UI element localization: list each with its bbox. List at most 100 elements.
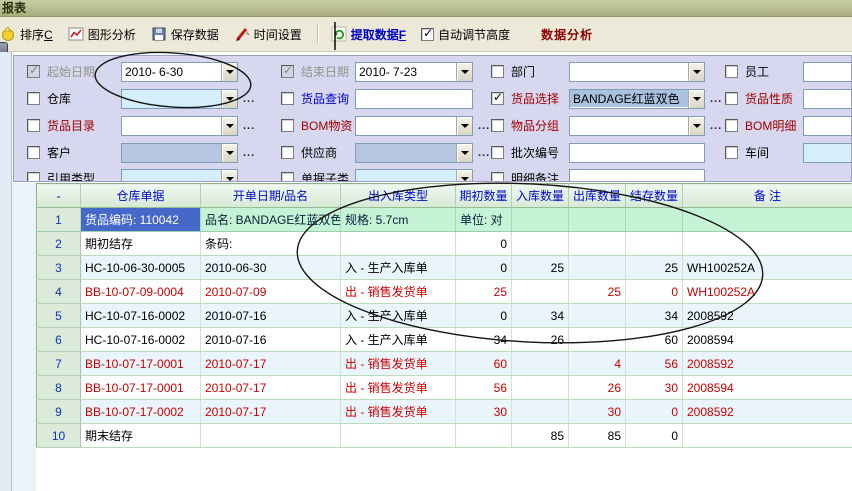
table-cell[interactable]: 25 (512, 256, 569, 280)
browse-ellipsis[interactable]: ... (243, 93, 255, 105)
row-number[interactable]: 4 (37, 280, 81, 304)
table-cell[interactable] (683, 208, 852, 232)
table-cell[interactable] (569, 328, 626, 352)
sort-button[interactable]: 排序C (0, 26, 53, 43)
table-cell[interactable]: 出 - 销售发货单 (341, 352, 456, 376)
warehouse-combo[interactable] (121, 89, 238, 109)
browse-ellipsis[interactable]: ... (243, 147, 255, 159)
table-cell[interactable]: 出 - 销售发货单 (341, 376, 456, 400)
column-header[interactable]: 出入库类型 (341, 184, 456, 208)
table-cell[interactable]: 期初结存 (81, 232, 201, 256)
chevron-down-icon[interactable] (221, 144, 237, 162)
table-cell[interactable]: 品名: BANDAGE红蓝双色纸 (201, 208, 341, 232)
table-cell[interactable] (683, 424, 852, 448)
detail-note-checkbox[interactable] (491, 172, 504, 182)
table-cell[interactable]: 34 (626, 304, 683, 328)
table-cell[interactable]: 26 (569, 376, 626, 400)
table-cell[interactable]: 出 - 销售发货单 (341, 280, 456, 304)
table-cell[interactable]: 货品编码: 110042 (81, 208, 201, 232)
table-cell[interactable]: 2010-07-17 (201, 352, 341, 376)
end-date-combo[interactable]: 2010- 7-23 (355, 62, 473, 82)
table-cell[interactable]: HC-10-07-16-0002 (81, 304, 201, 328)
row-number[interactable]: 3 (37, 256, 81, 280)
table-cell[interactable]: 4 (569, 352, 626, 376)
table-cell[interactable]: BB-10-07-17-0002 (81, 400, 201, 424)
table-cell[interactable]: 0 (626, 280, 683, 304)
table-cell[interactable]: 30 (626, 376, 683, 400)
auto-height-checkbox[interactable] (421, 28, 434, 41)
table-cell[interactable] (512, 280, 569, 304)
table-cell[interactable]: 56 (456, 376, 512, 400)
chevron-down-icon[interactable] (456, 144, 472, 162)
goods-nature-checkbox[interactable] (725, 92, 738, 105)
bom-material-combo[interactable] (355, 116, 473, 136)
row-number[interactable]: 1 (37, 208, 81, 232)
table-cell[interactable]: 2010-07-17 (201, 400, 341, 424)
goods-query-checkbox[interactable] (281, 92, 294, 105)
table-cell[interactable] (512, 376, 569, 400)
supplier-checkbox[interactable] (281, 146, 294, 159)
table-cell[interactable]: 2010-07-09 (201, 280, 341, 304)
warehouse-checkbox[interactable] (27, 92, 40, 105)
table-cell[interactable]: 出 - 销售发货单 (341, 400, 456, 424)
table-cell[interactable]: 2010-07-16 (201, 328, 341, 352)
supplier-combo[interactable] (355, 143, 473, 163)
goods-select-combo[interactable]: BANDAGE红蓝双色 (569, 89, 705, 109)
table-cell[interactable] (341, 424, 456, 448)
chevron-down-icon[interactable] (688, 90, 704, 108)
table-cell[interactable]: 85 (569, 424, 626, 448)
table-cell[interactable]: 25 (569, 280, 626, 304)
table-cell[interactable] (512, 400, 569, 424)
table-cell[interactable] (626, 208, 683, 232)
browse-ellipsis[interactable]: ... (243, 120, 255, 132)
table-cell[interactable]: 0 (626, 424, 683, 448)
table-cell[interactable]: 入 - 生产入库单 (341, 304, 456, 328)
table-cell[interactable] (512, 352, 569, 376)
table-cell[interactable]: HC-10-07-16-0002 (81, 328, 201, 352)
table-cell[interactable]: 25 (626, 256, 683, 280)
table-cell[interactable] (569, 304, 626, 328)
goods-catalog-checkbox[interactable] (27, 119, 40, 132)
chevron-down-icon[interactable] (688, 63, 704, 81)
end-date-checkbox[interactable] (281, 65, 294, 78)
table-cell[interactable] (569, 208, 626, 232)
start-date-combo[interactable]: 2010- 6-30 (121, 62, 238, 82)
table-cell[interactable]: 56 (626, 352, 683, 376)
table-cell[interactable]: 34 (512, 304, 569, 328)
extract-data-button[interactable]: 提取数据F (331, 26, 406, 43)
workshop-input[interactable] (803, 143, 852, 163)
column-header[interactable]: 期初数量 (456, 184, 512, 208)
row-number[interactable]: 10 (37, 424, 81, 448)
chevron-down-icon[interactable] (456, 170, 472, 183)
table-cell[interactable]: 0 (456, 256, 512, 280)
employee-checkbox[interactable] (725, 65, 738, 78)
table-cell[interactable]: 25 (456, 280, 512, 304)
row-number[interactable]: 7 (37, 352, 81, 376)
workshop-checkbox[interactable] (725, 146, 738, 159)
table-cell[interactable]: 60 (626, 328, 683, 352)
browse-ellipsis[interactable]: ... (478, 120, 490, 132)
row-number[interactable]: 2 (37, 232, 81, 256)
goods-nature-input[interactable] (803, 89, 852, 109)
chevron-down-icon[interactable] (221, 63, 237, 81)
batch-no-input[interactable] (569, 143, 705, 163)
table-cell[interactable]: 2010-07-17 (201, 376, 341, 400)
table-cell[interactable]: 入 - 生产入库单 (341, 328, 456, 352)
chevron-down-icon[interactable] (221, 90, 237, 108)
customer-checkbox[interactable] (27, 146, 40, 159)
table-cell[interactable] (512, 232, 569, 256)
bom-material-checkbox[interactable] (281, 119, 294, 132)
table-cell[interactable]: 0 (456, 304, 512, 328)
start-date-checkbox[interactable] (27, 65, 40, 78)
table-cell[interactable]: 30 (569, 400, 626, 424)
browse-ellipsis[interactable]: ... (478, 147, 490, 159)
department-checkbox[interactable] (491, 65, 504, 78)
auto-height-toggle[interactable]: 自动调节高度 (421, 26, 510, 43)
table-cell[interactable] (341, 232, 456, 256)
table-cell[interactable] (626, 232, 683, 256)
table-cell[interactable]: BB-10-07-09-0004 (81, 280, 201, 304)
chevron-down-icon[interactable] (456, 117, 472, 135)
batch-no-checkbox[interactable] (491, 146, 504, 159)
table-cell[interactable]: 2010-07-16 (201, 304, 341, 328)
doc-subtype-checkbox[interactable] (281, 172, 294, 182)
